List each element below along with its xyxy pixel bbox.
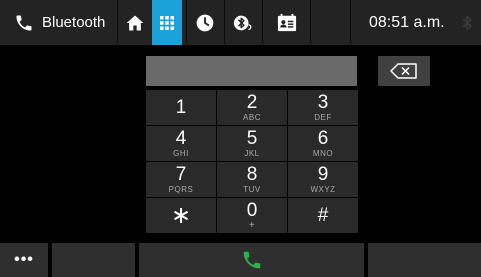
key-letters: JKL <box>244 149 260 158</box>
home-button[interactable] <box>118 0 152 45</box>
keypad-key-8[interactable]: 8 TUV <box>217 162 287 197</box>
key-letters: GHI <box>173 149 189 158</box>
key-digit: 2 <box>246 92 258 113</box>
backspace-icon <box>390 63 418 79</box>
contacts-icon <box>276 13 298 33</box>
key-digit: 1 <box>175 97 187 118</box>
keypad-key-5[interactable]: 5 JKL <box>217 126 287 161</box>
tab-keypad[interactable] <box>152 0 182 45</box>
keypad-key-7[interactable]: 7 PQRS <box>146 162 216 197</box>
key-letters: PQRS <box>168 185 194 194</box>
key-letters: TUV <box>243 185 261 194</box>
bluetooth-status-icon <box>452 0 481 45</box>
key-digit: 4 <box>175 128 187 149</box>
key-digit: ∗ <box>170 202 192 229</box>
clock: 08:51 a.m. <box>369 13 445 31</box>
app-title: Bluetooth <box>42 14 106 31</box>
bluetooth-settings-icon <box>232 12 254 34</box>
phone-number-input[interactable] <box>146 56 357 86</box>
keypad-key-6[interactable]: 6 MNO <box>288 126 358 161</box>
keypad-key-3[interactable]: 3 DEF <box>288 90 358 125</box>
phone-icon <box>14 13 34 33</box>
key-digit: 5 <box>246 128 258 149</box>
keypad-icon <box>159 15 175 31</box>
key-digit: 9 <box>317 164 329 185</box>
key-letters: + <box>248 220 256 231</box>
divider <box>186 0 187 45</box>
recent-calls-clock-icon <box>195 13 215 33</box>
bluetooth-phone-title: Bluetooth <box>0 0 118 45</box>
key-digit: 0 <box>246 200 258 221</box>
key-letters: WXYZ <box>310 185 336 194</box>
key-letters: DEF <box>314 113 332 122</box>
keypad-key-2[interactable]: 2 ABC <box>217 90 287 125</box>
keypad-key-star[interactable]: ∗ <box>146 198 216 233</box>
keypad-key-4[interactable]: 4 GHI <box>146 126 216 161</box>
key-digit: 8 <box>246 164 258 185</box>
divider <box>262 0 263 45</box>
tab-recent-calls[interactable] <box>188 0 222 45</box>
bottom-blank-button-right[interactable] <box>368 243 481 277</box>
divider <box>310 0 311 45</box>
bottom-blank-button-left[interactable] <box>52 243 135 277</box>
divider <box>350 0 351 45</box>
keypad-key-1[interactable]: 1 <box>146 90 216 125</box>
divider <box>224 0 225 45</box>
more-options-button[interactable]: ••• <box>0 243 48 277</box>
key-digit: 6 <box>317 128 329 149</box>
key-digit: 3 <box>317 92 329 113</box>
backspace-button[interactable] <box>378 56 430 86</box>
keypad-key-hash[interactable]: # <box>288 198 358 233</box>
key-letters: ABC <box>243 113 261 122</box>
top-bar: Bluetooth 08:51 a.m. <box>0 0 481 45</box>
key-letters: MNO <box>312 149 334 158</box>
key-digit: 7 <box>175 164 187 185</box>
keypad-key-0[interactable]: 0 + <box>217 198 287 233</box>
call-icon <box>241 249 263 271</box>
home-icon <box>125 13 145 33</box>
keypad-key-9[interactable]: 9 WXYZ <box>288 162 358 197</box>
bottom-bar: ••• <box>0 243 481 277</box>
tab-contacts[interactable] <box>265 0 309 45</box>
tab-bluetooth-settings[interactable] <box>226 0 260 45</box>
call-button[interactable] <box>139 243 364 277</box>
key-digit: # <box>317 205 329 226</box>
